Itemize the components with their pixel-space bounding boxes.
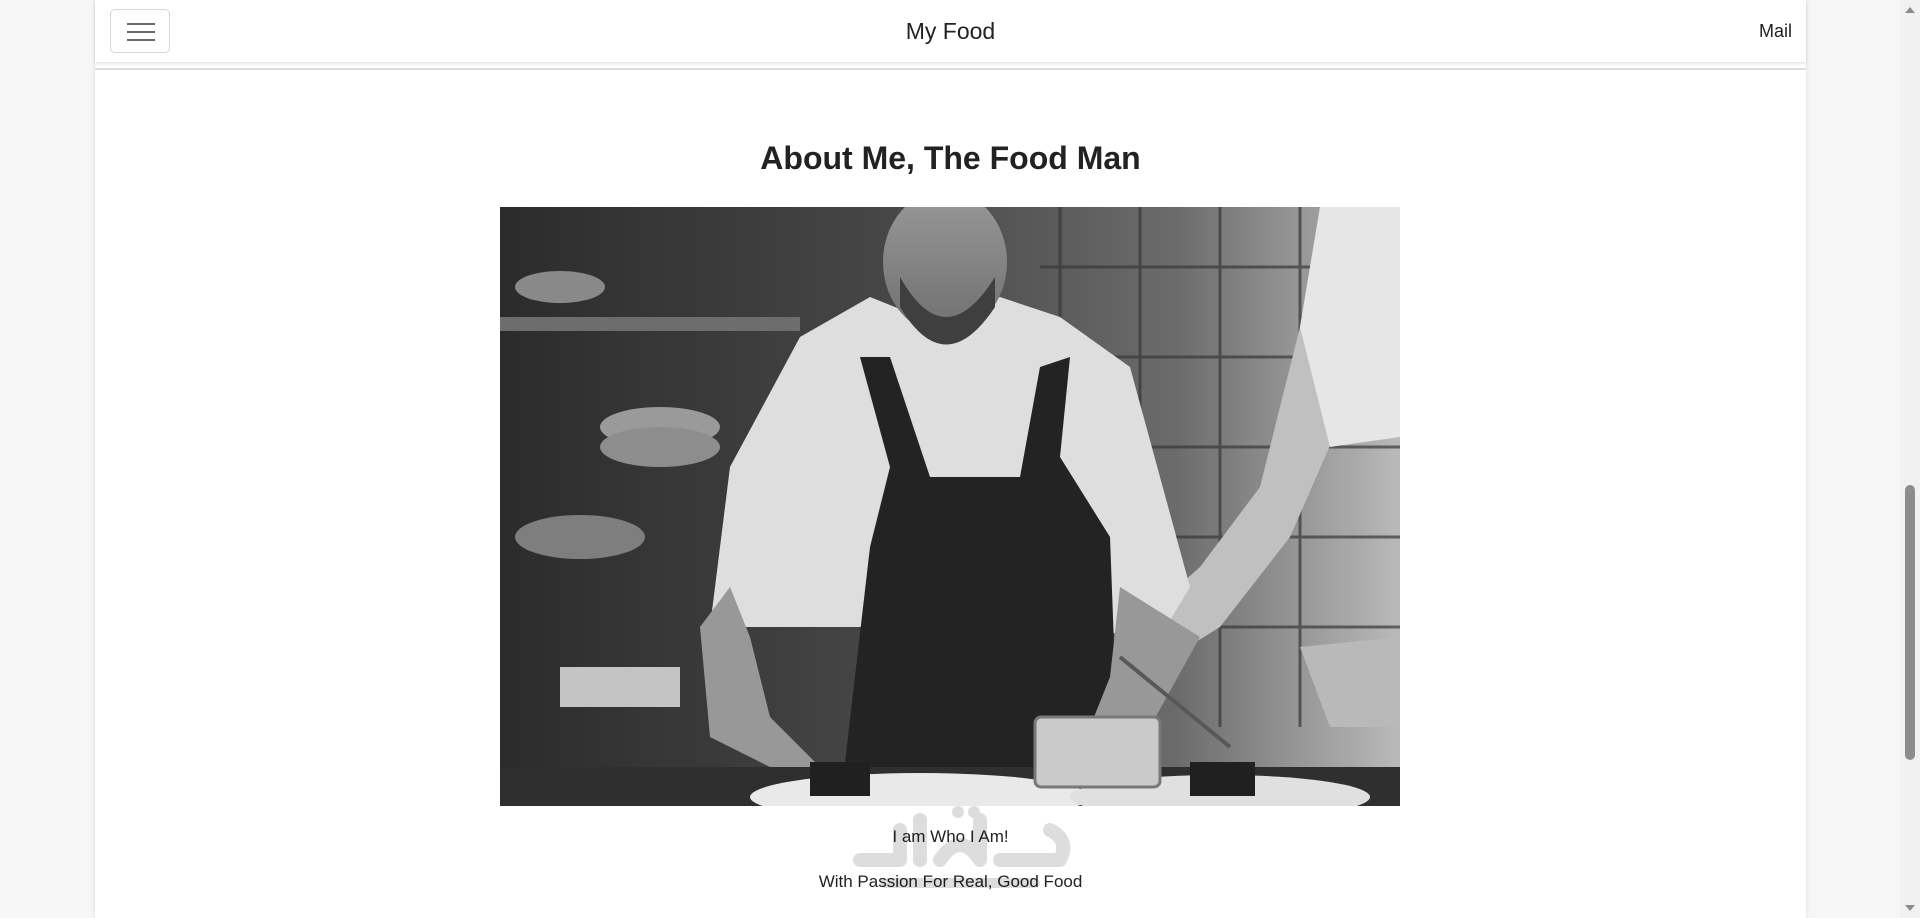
navbar-divider [95,68,1806,70]
scrollbar-thumb[interactable] [1905,485,1915,760]
vertical-scrollbar[interactable] [1900,0,1920,918]
hamburger-menu-icon [127,23,155,25]
caption-line-2: With Passion For Real, Good Food [818,872,1083,891]
menu-toggle-button[interactable] [110,9,170,53]
scroll-up-arrow-icon[interactable] [1905,7,1915,13]
page-container: My Food Mail About Me, The Food Man I am… [95,0,1806,918]
navbar-brand-container: My Food [95,0,1806,62]
mail-link[interactable]: Mail [1759,0,1792,62]
navbar-brand[interactable]: My Food [906,18,995,44]
page-title: About Me, The Food Man [760,140,1141,176]
caption-line-1: I am Who I Am! [892,827,1009,846]
hamburger-menu-icon [127,31,155,33]
navbar: My Food Mail [95,0,1806,62]
scroll-down-arrow-icon[interactable] [1905,905,1915,911]
chef-photo [500,207,1400,806]
hamburger-menu-icon [127,39,155,41]
